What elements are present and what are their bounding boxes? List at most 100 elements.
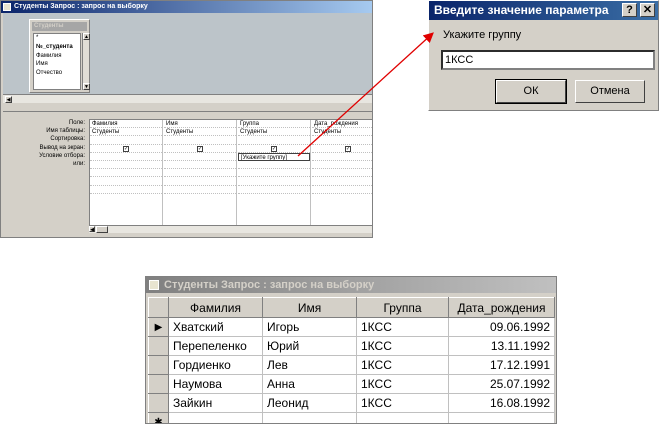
scroll-thumb[interactable] (96, 226, 108, 233)
grid-field-cell[interactable]: Группа (238, 120, 310, 129)
grid-or-cell[interactable] (90, 161, 162, 170)
grid-empty-cell[interactable] (90, 169, 162, 178)
cell-group[interactable]: 1КСС (356, 374, 449, 394)
cell-birthdate[interactable]: 25.07.1992 (448, 374, 555, 394)
grid-empty-cell[interactable] (164, 169, 236, 178)
dialog-title-bar[interactable]: Введите значение параметра ? ✕ (429, 1, 658, 20)
field-list-title[interactable]: Студенты (32, 22, 87, 31)
row-selector[interactable] (148, 336, 169, 356)
column-header[interactable]: Имя (262, 297, 357, 318)
table-pane-hscrollbar[interactable]: ◀ (3, 94, 372, 103)
grid-empty-cell[interactable] (164, 177, 236, 186)
grid-field-cell[interactable]: Фамилия (90, 120, 162, 129)
help-icon[interactable]: ? (622, 3, 637, 17)
grid-table-cell[interactable]: Студенты (90, 128, 162, 137)
grid-field-cell[interactable]: Дата_рождения (312, 120, 372, 129)
show-checkbox[interactable]: ✓ (197, 145, 203, 152)
ok-button[interactable]: ОК (495, 79, 567, 104)
scroll-down-icon[interactable]: ▼ (83, 83, 90, 90)
field-list-students[interactable]: Студенты * №_студента Фамилия Имя Отчест… (29, 19, 90, 93)
cell-surname[interactable]: Гордиенко (168, 355, 263, 375)
cell-group[interactable]: 1КСС (356, 393, 449, 413)
field-list-item[interactable]: Фамилия (34, 52, 80, 61)
cell-group[interactable]: 1КСС (356, 336, 449, 356)
grid-sort-cell[interactable] (238, 136, 310, 145)
field-list-scrollbar[interactable]: ▲ ▼ (82, 33, 90, 90)
cell-surname[interactable]: Хватский (168, 317, 263, 337)
column-header[interactable]: Группа (356, 297, 449, 318)
row-selector[interactable] (148, 355, 169, 375)
show-checkbox[interactable]: ✓ (123, 145, 129, 152)
query-window-title-bar[interactable]: Студенты Запрос : запрос на выборку (1, 1, 372, 13)
grid-empty-cell[interactable] (90, 186, 162, 194)
cell-empty[interactable] (168, 412, 263, 423)
grid-empty-cell[interactable] (164, 186, 236, 194)
result-window-title-bar[interactable]: Студенты Запрос : запрос на выборку (146, 277, 556, 293)
grid-empty-cell[interactable] (312, 169, 372, 178)
cell-group[interactable]: 1КСС (356, 355, 449, 375)
grid-empty-cell[interactable] (312, 177, 372, 186)
new-record-row[interactable]: ✱ (148, 412, 555, 423)
grid-empty-cell[interactable] (90, 177, 162, 186)
grid-empty-cell[interactable] (238, 186, 310, 194)
grid-empty-cell[interactable] (238, 177, 310, 186)
grid-or-cell[interactable] (238, 161, 310, 170)
show-checkbox[interactable]: ✓ (271, 145, 277, 152)
cell-birthdate[interactable]: 13.11.1992 (448, 336, 555, 356)
cell-surname[interactable]: Зайкин (168, 393, 263, 413)
select-all-corner[interactable] (148, 297, 169, 318)
grid-sort-cell[interactable] (90, 136, 162, 145)
grid-table-cell[interactable]: Студенты (312, 128, 372, 137)
row-selector[interactable] (148, 374, 169, 394)
cell-name[interactable]: Анна (262, 374, 357, 394)
close-icon[interactable]: ✕ (640, 3, 655, 17)
grid-empty-cell[interactable] (312, 186, 372, 194)
cell-birthdate[interactable]: 16.08.1992 (448, 393, 555, 413)
grid-sort-cell[interactable] (312, 136, 372, 145)
field-list-item[interactable]: Отчество (34, 69, 80, 78)
cell-birthdate[interactable]: 17.12.1991 (448, 355, 555, 375)
cell-empty[interactable] (262, 412, 357, 423)
new-record-icon[interactable]: ✱ (148, 412, 169, 423)
table-row[interactable]: Зайкин Леонид 1КСС 16.08.1992 (148, 393, 555, 413)
cell-group[interactable]: 1КСС (356, 317, 449, 337)
cell-empty[interactable] (356, 412, 449, 423)
cell-name[interactable]: Леонид (262, 393, 357, 413)
field-list-item[interactable]: Имя (34, 60, 80, 69)
scroll-left-icon[interactable]: ◀ (5, 96, 12, 103)
table-row[interactable]: Перепеленко Юрий 1КСС 13.11.1992 (148, 336, 555, 356)
cancel-button[interactable]: Отмена (575, 80, 645, 103)
grid-field-cell[interactable]: Имя (164, 120, 236, 129)
grid-or-cell[interactable] (312, 161, 372, 170)
field-list-item[interactable]: * (34, 34, 80, 43)
cell-empty[interactable] (448, 412, 555, 423)
grid-criteria-cell[interactable]: [Укажите группу] (238, 152, 310, 161)
row-selector[interactable] (148, 393, 169, 413)
field-list-item[interactable]: №_студента (34, 43, 80, 52)
parameter-input[interactable] (441, 50, 655, 70)
cell-surname[interactable]: Наумова (168, 374, 263, 394)
column-header[interactable]: Фамилия (168, 297, 263, 318)
cell-birthdate[interactable]: 09.06.1992 (448, 317, 555, 337)
grid-table-cell[interactable]: Студенты (238, 128, 310, 137)
design-grid-hscrollbar[interactable]: ◀ (89, 225, 372, 233)
table-row[interactable]: Наумова Анна 1КСС 25.07.1992 (148, 374, 555, 394)
cell-name[interactable]: Лев (262, 355, 357, 375)
show-checkbox[interactable]: ✓ (345, 145, 351, 152)
table-row[interactable]: ▶ Хватский Игорь 1КСС 09.06.1992 (148, 317, 555, 337)
table-row[interactable]: Гордиенко Лев 1КСС 17.12.1991 (148, 355, 555, 375)
scroll-up-icon[interactable]: ▲ (83, 33, 90, 40)
scroll-left-icon[interactable]: ◀ (89, 226, 95, 233)
cell-name[interactable]: Юрий (262, 336, 357, 356)
grid-sort-cell[interactable] (164, 136, 236, 145)
cell-name[interactable]: Игорь (262, 317, 357, 337)
cell-surname[interactable]: Перепеленко (168, 336, 263, 356)
current-row-icon[interactable]: ▶ (148, 317, 169, 337)
column-header[interactable]: Дата_рождения (448, 297, 555, 318)
grid-criteria-cell[interactable] (90, 153, 162, 161)
grid-table-cell[interactable]: Студенты (164, 128, 236, 137)
grid-criteria-cell[interactable] (164, 153, 236, 161)
grid-criteria-cell[interactable] (312, 153, 372, 161)
grid-empty-cell[interactable] (238, 169, 310, 178)
grid-or-cell[interactable] (164, 161, 236, 170)
